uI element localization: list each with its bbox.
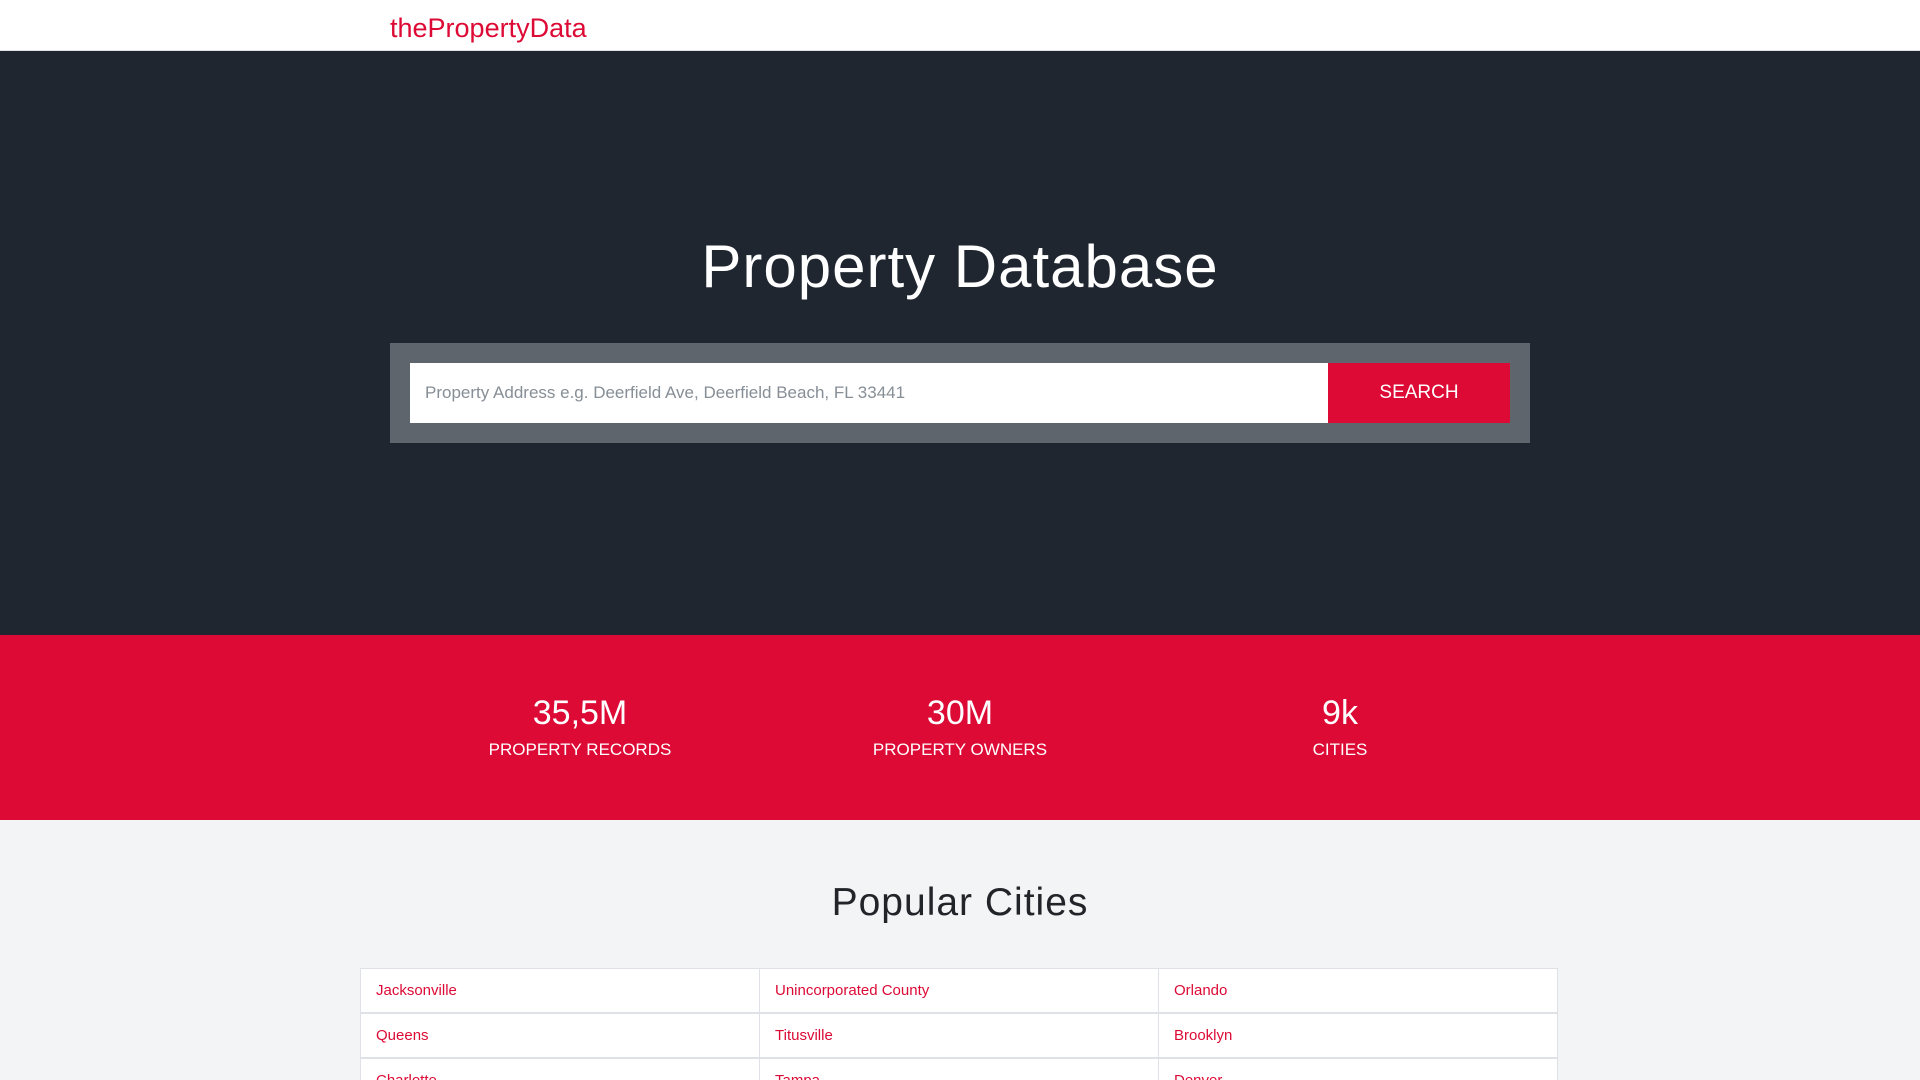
city-cell: Titusville bbox=[759, 1013, 1159, 1058]
stat-value: 9k bbox=[1322, 694, 1358, 732]
brand-logo-link[interactable]: thePropertyData bbox=[390, 12, 587, 44]
city-cell: Tampa bbox=[759, 1058, 1159, 1080]
search-button[interactable]: SEARCH bbox=[1328, 363, 1510, 423]
city-link-denver[interactable]: Denver bbox=[1174, 1072, 1222, 1080]
page-title: Property Database bbox=[701, 233, 1219, 300]
city-cell: Queens bbox=[360, 1013, 760, 1058]
stat-label: CITIES bbox=[1312, 740, 1368, 759]
stat-value: 35,5M bbox=[532, 694, 628, 732]
stat-property-owners: 30M PROPERTY OWNERS bbox=[770, 693, 1150, 761]
city-link-jacksonville[interactable]: Jacksonville bbox=[376, 982, 457, 999]
popular-cities-list: Jacksonville Unincorporated County Orlan… bbox=[360, 968, 1560, 1080]
stat-value: 30M bbox=[926, 694, 994, 732]
city-cell: Jacksonville bbox=[360, 968, 760, 1013]
city-link-brooklyn[interactable]: Brooklyn bbox=[1174, 1027, 1232, 1044]
city-link-unincorporated-county[interactable]: Unincorporated County bbox=[775, 982, 929, 999]
city-cell: Charlotte bbox=[360, 1058, 760, 1080]
city-link-charlotte[interactable]: Charlotte bbox=[376, 1072, 437, 1080]
address-search-input[interactable] bbox=[410, 363, 1328, 423]
search-form: SEARCH bbox=[390, 343, 1530, 443]
city-cell: Denver bbox=[1158, 1058, 1558, 1080]
popular-cities-heading: Popular Cities bbox=[831, 881, 1089, 924]
stat-property-records: 35,5M PROPERTY RECORDS bbox=[390, 693, 770, 761]
city-cell: Unincorporated County bbox=[759, 968, 1159, 1013]
city-link-titusville[interactable]: Titusville bbox=[775, 1027, 833, 1044]
stat-cities: 9k CITIES bbox=[1150, 693, 1530, 761]
stats-band: 35,5M PROPERTY RECORDS 30M PROPERTY OWNE… bbox=[0, 635, 1920, 820]
city-cell: Brooklyn bbox=[1158, 1013, 1558, 1058]
city-link-queens[interactable]: Queens bbox=[376, 1027, 429, 1044]
city-row: Charlotte Tampa Denver bbox=[360, 1058, 1560, 1080]
city-cell: Orlando bbox=[1158, 968, 1558, 1013]
stat-label: PROPERTY RECORDS bbox=[488, 740, 672, 759]
city-link-tampa[interactable]: Tampa bbox=[775, 1072, 820, 1080]
stat-label: PROPERTY OWNERS bbox=[872, 740, 1048, 759]
navbar: thePropertyData bbox=[0, 0, 1920, 51]
hero-section: Property Database SEARCH bbox=[0, 51, 1920, 635]
city-row: Jacksonville Unincorporated County Orlan… bbox=[360, 968, 1560, 1013]
city-link-orlando[interactable]: Orlando bbox=[1174, 982, 1227, 999]
city-row: Queens Titusville Brooklyn bbox=[360, 1013, 1560, 1058]
